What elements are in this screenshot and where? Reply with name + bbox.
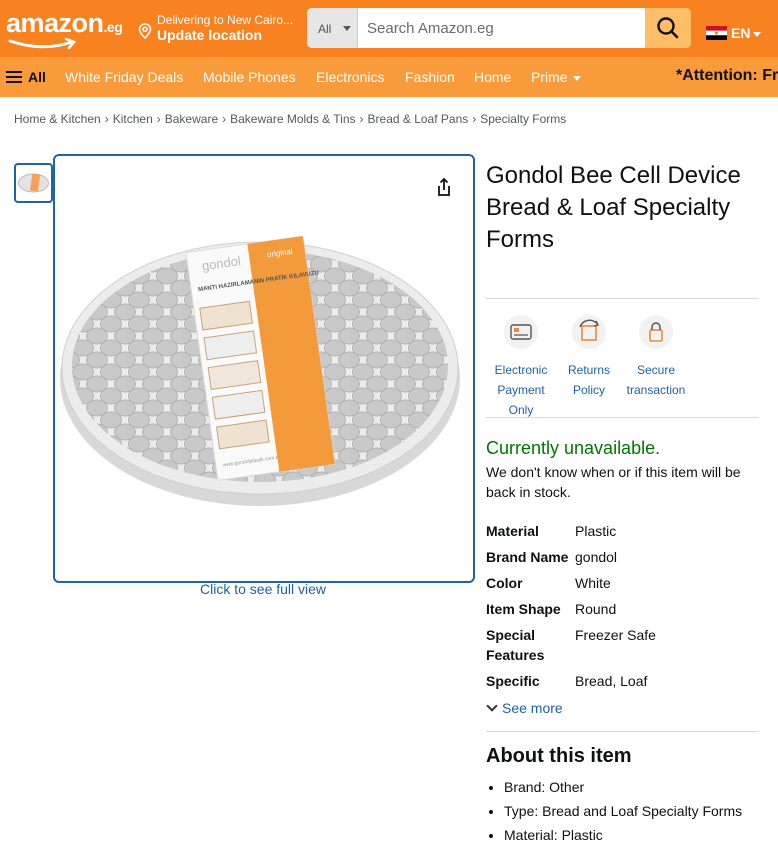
badge-returns[interactable]: Returns Policy <box>564 315 614 400</box>
divider <box>486 731 759 732</box>
logo-smile-icon <box>8 38 77 50</box>
search-category-label: All <box>318 22 332 36</box>
chevron-down-icon <box>486 700 498 712</box>
spec-key: Material <box>486 523 539 539</box>
breadcrumb-separator: › <box>156 112 161 126</box>
breadcrumb-item[interactable]: Bakeware Molds & Tins <box>230 112 355 126</box>
breadcrumb-separator: › <box>472 112 477 126</box>
see-more-label: See more <box>502 700 563 716</box>
spec-value: Bread, Loaf <box>575 673 648 689</box>
spec-value: gondol <box>575 549 618 565</box>
chevron-down-icon <box>753 32 761 37</box>
nav-item-prime[interactable]: Prime <box>531 69 568 85</box>
breadcrumb-separator: › <box>104 112 109 126</box>
search-icon <box>657 17 679 39</box>
search-bar: All <box>307 8 691 48</box>
about-bullet: Type: Bread and Loaf Specialty Forms <box>504 799 742 823</box>
chevron-down-icon <box>343 26 351 31</box>
availability-status: Currently unavailable. <box>486 438 661 458</box>
spec-key: Special Features <box>486 627 545 663</box>
about-heading: About this item <box>486 745 632 767</box>
badge-secure-transaction[interactable]: Secure transaction <box>622 315 690 400</box>
badge-label: Returns Policy <box>567 363 611 397</box>
spec-key: Item Shape <box>486 601 561 617</box>
breadcrumb-separator: › <box>222 112 227 126</box>
nav-item-home[interactable]: Home <box>474 69 511 85</box>
spec-row: Color White <box>486 573 756 599</box>
main-product-image[interactable]: gondol original MANTI HAZIRLAMANIN PRATİ… <box>53 154 475 583</box>
breadcrumb-item[interactable]: Home & Kitchen <box>14 112 101 126</box>
share-icon[interactable] <box>433 176 455 198</box>
lock-icon <box>639 315 673 349</box>
update-location-link[interactable]: Update location <box>157 27 262 43</box>
spec-key: Specific Uses <box>486 673 540 689</box>
about-bullets: Brand: Other Type: Bread and Loaf Specia… <box>504 775 742 847</box>
badge-label: Secure transaction <box>626 363 686 397</box>
logo-text: amazon <box>6 8 104 38</box>
spec-value: Freezer Safe <box>575 627 656 643</box>
card-icon <box>504 315 538 349</box>
breadcrumb-item[interactable]: Specialty Forms <box>480 112 566 126</box>
breadcrumb-item[interactable]: Bakeware <box>165 112 218 126</box>
full-view-link[interactable]: Click to see full view <box>200 581 326 597</box>
nav-item-white-friday[interactable]: White Friday Deals <box>65 69 183 85</box>
about-bullet: Material: Plastic <box>504 823 742 847</box>
search-button[interactable] <box>645 8 691 48</box>
badge-electronic-payment[interactable]: Electronic Payment Only <box>490 315 552 420</box>
search-category-select[interactable]: All <box>307 8 358 48</box>
search-input[interactable] <box>359 8 645 48</box>
nav-belt: All White Friday Deals Mobile Phones Ele… <box>0 57 778 97</box>
nav-item-fashion[interactable]: Fashion <box>405 69 455 85</box>
egypt-flag-icon <box>706 26 727 40</box>
availability-note: We don't know when or if this item will … <box>486 464 741 500</box>
spec-row: Material Plastic <box>486 521 756 547</box>
logo-tld: .eg <box>103 19 123 35</box>
product-photo: gondol original MANTI HAZIRLAMANIN PRATİ… <box>60 235 460 506</box>
location-pin-icon <box>138 23 152 39</box>
nav-top-bar: amazon.eg Delivering to New Cairo... Upd… <box>0 0 778 57</box>
language-code: EN <box>731 25 751 41</box>
spec-row: Specific Uses Bread, Loaf <box>486 671 756 691</box>
nav-item-electronics[interactable]: Electronics <box>316 69 384 85</box>
spec-value: White <box>575 575 611 591</box>
see-more-link[interactable]: See more <box>486 700 563 716</box>
spec-key: Brand Name <box>486 549 569 565</box>
menu-icon[interactable] <box>6 71 22 84</box>
breadcrumb-item[interactable]: Bread & Loaf Pans <box>368 112 469 126</box>
nav-all[interactable]: All <box>28 69 46 85</box>
product-title: Gondol Bee Cell Device Bread & Loaf Spec… <box>486 162 741 253</box>
spec-row: Brand Name gondol <box>486 547 756 573</box>
attention-banner[interactable]: *Attention: Fr <box>676 67 778 85</box>
deliver-line1: Delivering to New Cairo... <box>157 13 294 27</box>
about-bullet: Brand: Other <box>504 775 742 799</box>
spec-row: Special Features Freezer Safe <box>486 625 756 671</box>
image-thumbnail[interactable] <box>14 163 53 203</box>
thumbnail-image <box>18 173 49 193</box>
spec-key: Color <box>486 575 523 591</box>
spec-value: Round <box>575 601 617 617</box>
amazon-logo[interactable]: amazon.eg <box>6 8 123 39</box>
spec-row: Item Shape Round <box>486 599 756 625</box>
breadcrumb: Home & Kitchen › Kitchen › Bakeware › Bakeware… <box>14 112 566 126</box>
chevron-down-icon <box>573 76 581 81</box>
divider <box>486 417 759 418</box>
returns-icon <box>572 315 606 349</box>
breadcrumb-item[interactable]: Kitchen <box>113 112 153 126</box>
spec-value: Plastic <box>575 523 617 539</box>
product-specs-table: Material Plastic Brand Name gondol Color… <box>486 521 756 691</box>
breadcrumb-separator: › <box>359 112 364 126</box>
nav-item-mobile-phones[interactable]: Mobile Phones <box>203 69 296 85</box>
badge-label: Electronic Payment Only <box>494 363 548 417</box>
divider <box>486 298 759 299</box>
